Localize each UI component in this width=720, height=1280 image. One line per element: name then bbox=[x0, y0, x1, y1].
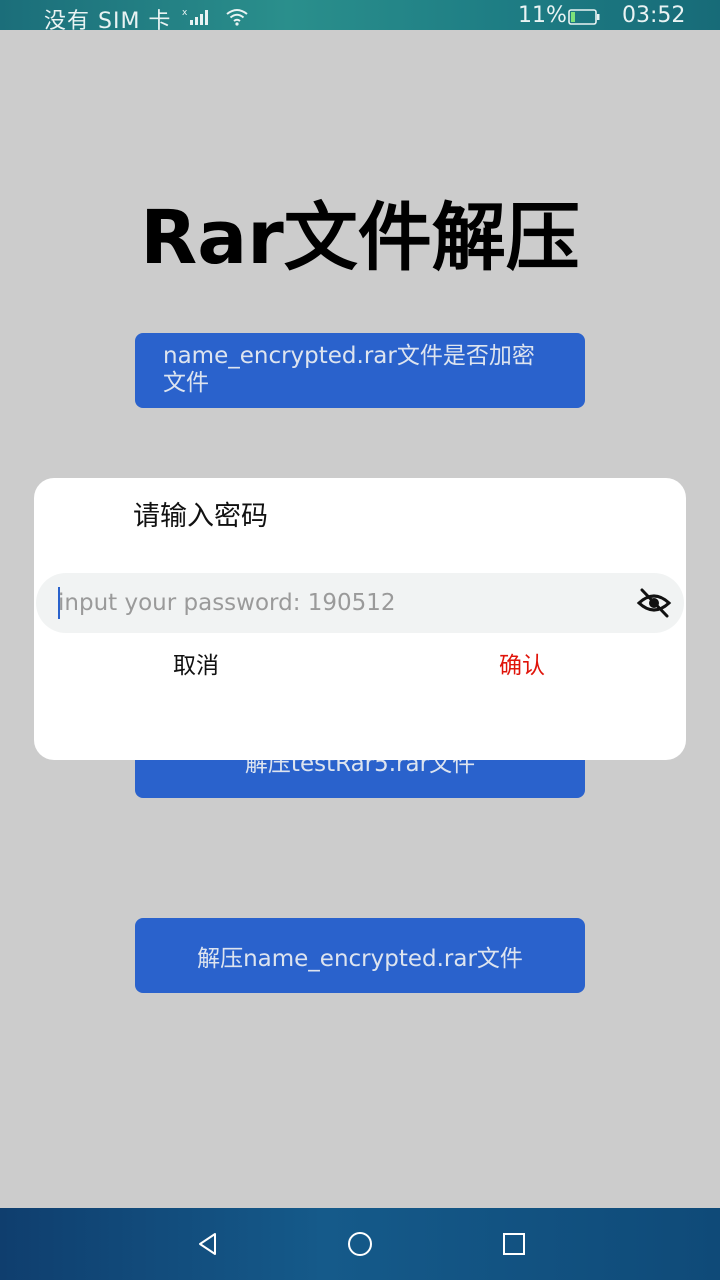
battery-percent: 11% bbox=[518, 3, 567, 28]
svg-text:x: x bbox=[182, 8, 188, 18]
password-input[interactable] bbox=[58, 573, 618, 633]
navigation-bar bbox=[0, 1208, 720, 1280]
extract-encrypted-label: 解压name_encrypted.rar文件 bbox=[197, 945, 523, 972]
back-icon[interactable] bbox=[194, 1230, 222, 1258]
page-title: Rar文件解压 bbox=[140, 195, 580, 281]
eye-off-icon[interactable] bbox=[636, 585, 672, 621]
password-field[interactable] bbox=[36, 573, 684, 633]
dialog-title: 请输入密码 bbox=[133, 501, 268, 532]
home-icon[interactable] bbox=[346, 1230, 374, 1258]
check-encrypted-button[interactable]: name_encrypted.rar文件是否加密文件 bbox=[135, 333, 585, 408]
wifi-icon bbox=[226, 9, 248, 26]
battery-icon bbox=[568, 9, 600, 25]
confirm-button[interactable]: 确认 bbox=[422, 646, 622, 680]
password-dialog: 请输入密码 取消 确认 bbox=[34, 478, 686, 760]
status-time: 03:52 bbox=[622, 3, 686, 28]
cancel-button[interactable]: 取消 bbox=[96, 646, 296, 680]
carrier-label: 没有 SIM 卡 bbox=[44, 9, 172, 34]
extract-encrypted-button[interactable]: 解压name_encrypted.rar文件 bbox=[135, 918, 585, 993]
signal-icon: x bbox=[182, 8, 208, 25]
status-bar: 没有 SIM 卡 x 11% 03:52 bbox=[0, 0, 720, 34]
recent-apps-icon[interactable] bbox=[500, 1230, 528, 1258]
